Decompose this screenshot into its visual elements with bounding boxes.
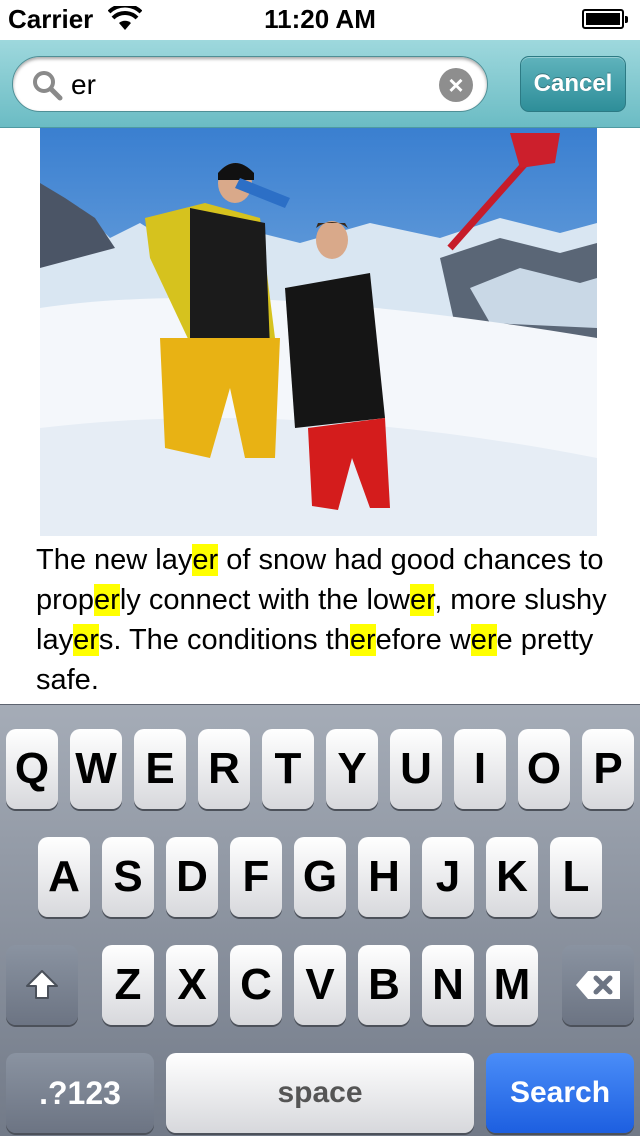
key-c[interactable]: C — [230, 945, 282, 1025]
key-b[interactable]: B — [358, 945, 410, 1025]
clear-icon[interactable]: × — [439, 68, 473, 102]
key-n[interactable]: N — [422, 945, 474, 1025]
keyboard: Q W E R T Y U I O P A S D F G H J K L Z … — [0, 704, 640, 1136]
key-j[interactable]: J — [422, 837, 474, 917]
key-p[interactable]: P — [582, 729, 634, 809]
search-input[interactable]: er × — [12, 56, 488, 112]
shift-key[interactable] — [6, 945, 78, 1025]
backspace-icon — [576, 971, 620, 999]
key-s[interactable]: S — [102, 837, 154, 917]
key-e[interactable]: E — [134, 729, 186, 809]
key-w[interactable]: W — [70, 729, 122, 809]
key-q[interactable]: Q — [6, 729, 58, 809]
key-f[interactable]: F — [230, 837, 282, 917]
article-text-segment: The new lay — [36, 544, 193, 576]
article-text-segment: efore w — [375, 624, 471, 656]
search-match-highlight: er — [470, 624, 497, 656]
key-v[interactable]: V — [294, 945, 346, 1025]
search-match-highlight: er — [410, 584, 435, 616]
key-r[interactable]: R — [198, 729, 250, 809]
key-h[interactable]: H — [358, 837, 410, 917]
snowboarders-photo — [40, 128, 597, 536]
shift-arrow-icon — [26, 970, 58, 999]
search-icon — [33, 71, 63, 101]
key-i[interactable]: I — [454, 729, 506, 809]
key-z[interactable]: Z — [102, 945, 154, 1025]
key-m[interactable]: M — [486, 945, 538, 1025]
key-k[interactable]: K — [486, 837, 538, 917]
search-match-highlight: er — [73, 624, 99, 656]
space-key[interactable]: space — [166, 1053, 474, 1133]
key-x[interactable]: X — [166, 945, 218, 1025]
numbers-key[interactable]: .?123 — [6, 1053, 154, 1133]
key-a[interactable]: A — [38, 837, 90, 917]
clock: 11:20 AM — [264, 4, 376, 34]
status-bar: Carrier 11:20 AM — [0, 0, 640, 40]
key-l[interactable]: L — [550, 837, 602, 917]
search-key[interactable]: Search — [486, 1053, 634, 1133]
key-u[interactable]: U — [390, 729, 442, 809]
key-t[interactable]: T — [262, 729, 314, 809]
key-g[interactable]: G — [294, 837, 346, 917]
backspace-key[interactable] — [562, 945, 634, 1025]
key-y[interactable]: Y — [326, 729, 378, 809]
battery-icon — [582, 9, 628, 29]
key-d[interactable]: D — [166, 837, 218, 917]
search-match-highlight: er — [192, 544, 219, 576]
search-match-highlight: er — [94, 584, 120, 616]
article-text-segment: s. The conditions th — [98, 624, 350, 656]
search-bar: er × Cancel — [0, 40, 640, 128]
cancel-button[interactable]: Cancel — [520, 56, 626, 112]
search-match-highlight: er — [349, 624, 376, 656]
article-text-segment: ly connect with the low — [119, 584, 410, 616]
key-o[interactable]: O — [518, 729, 570, 809]
article-text: The new layer of snow had good chances t… — [36, 540, 616, 700]
search-query-text[interactable]: er — [71, 69, 96, 101]
